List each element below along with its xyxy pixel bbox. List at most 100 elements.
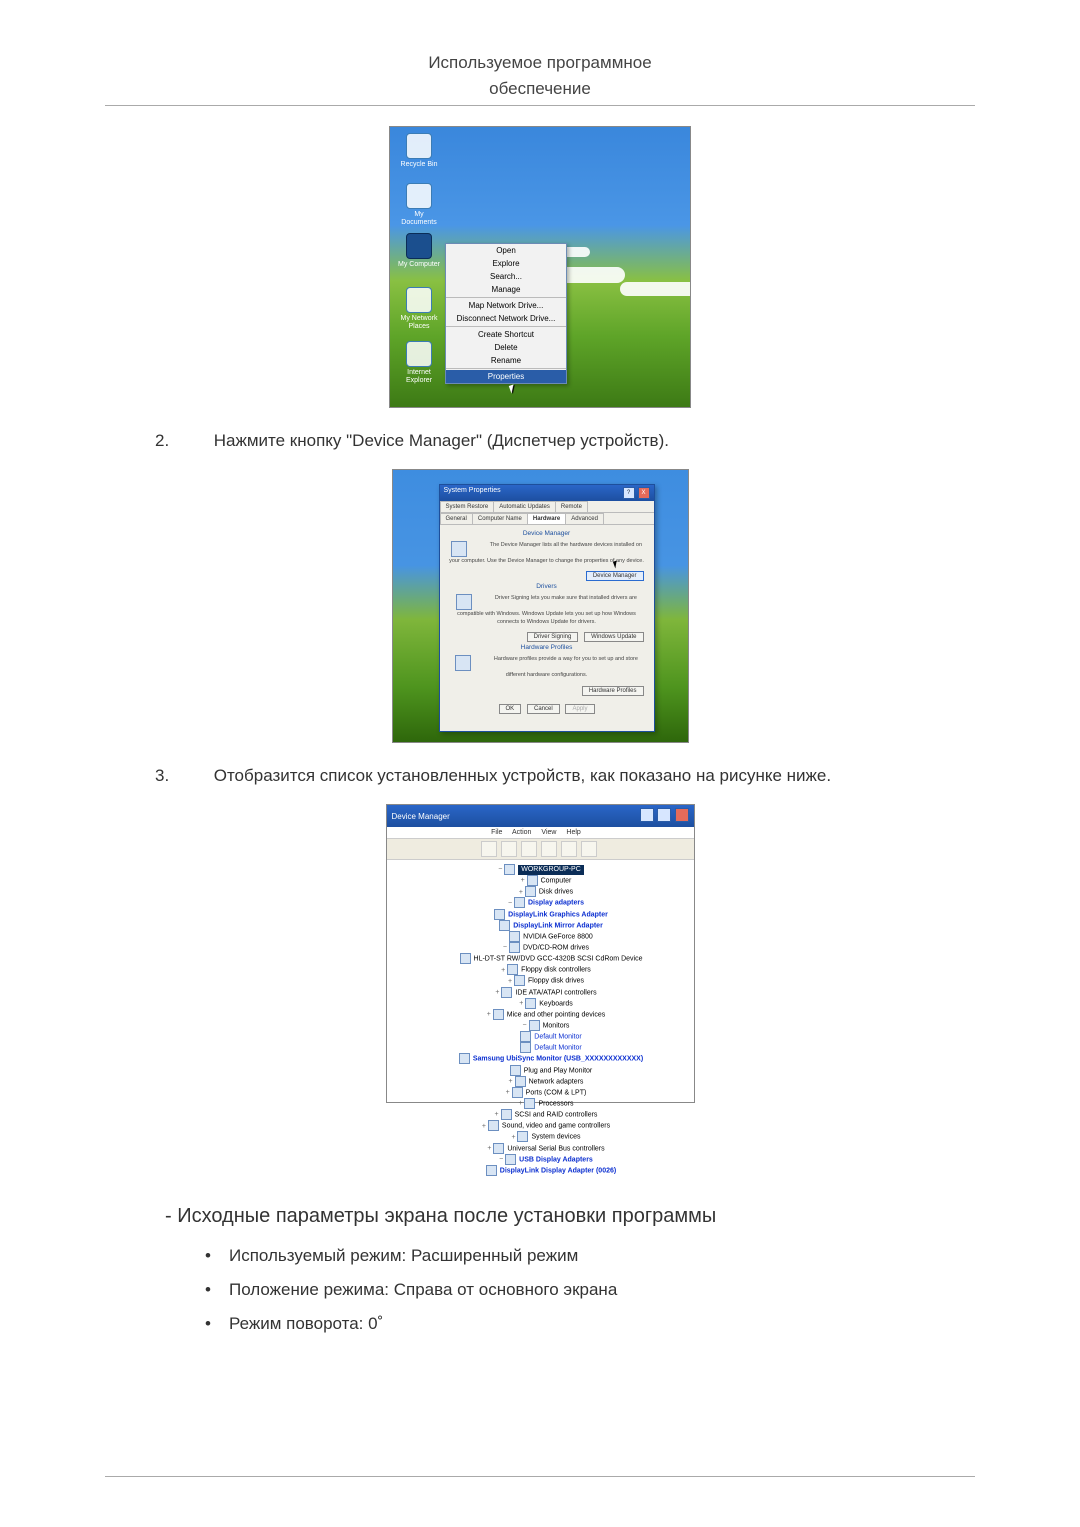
floppy-drive-icon xyxy=(514,975,525,986)
toolbar-properties-icon[interactable] xyxy=(521,841,537,857)
desktop-icon-label: Recycle Bin xyxy=(401,161,438,168)
ok-button[interactable]: OK xyxy=(499,704,522,714)
desktop-icon-label: Internet Explorer xyxy=(406,369,432,384)
menu-file[interactable]: File xyxy=(491,829,502,836)
tree-display-adapter-3[interactable]: NVIDIA GeForce 8800 xyxy=(523,933,593,940)
page-header: Используемое программное обеспечение xyxy=(105,50,975,101)
menu-item-delete[interactable]: Delete xyxy=(446,341,566,354)
toolbar-scan-icon[interactable] xyxy=(561,841,577,857)
tree-floppy-drives[interactable]: Floppy disk drives xyxy=(528,978,584,985)
toolbar-forward-icon[interactable] xyxy=(501,841,517,857)
tree-ports[interactable]: Ports (COM & LPT) xyxy=(526,1089,587,1096)
menu-action[interactable]: Action xyxy=(512,829,531,836)
figure-1-desktop: Recycle Bin My Documents My Computer My … xyxy=(389,126,691,408)
step-3-number: 3. xyxy=(185,766,209,786)
tree-keyboards[interactable]: Keyboards xyxy=(539,1000,572,1007)
tab-advanced[interactable]: Advanced xyxy=(565,513,604,524)
computer-icon xyxy=(504,864,515,875)
tree-computer[interactable]: Computer xyxy=(541,877,572,884)
menu-view[interactable]: View xyxy=(541,829,556,836)
desktop-icon-label: My Computer xyxy=(398,261,440,268)
tree-usb-display-adapter-1[interactable]: DisplayLink Display Adapter (0026) xyxy=(500,1167,616,1174)
header-line-1: Используемое программное xyxy=(428,53,651,72)
menu-item-map-drive[interactable]: Map Network Drive... xyxy=(446,299,566,312)
minimize-button[interactable] xyxy=(640,808,654,822)
tree-dvd-device[interactable]: HL-DT-ST RW/DVD GCC-4320B SCSI CdRom Dev… xyxy=(474,955,643,962)
maximize-button[interactable] xyxy=(657,808,671,822)
desktop-icon-my-computer[interactable]: My Computer xyxy=(398,233,440,269)
tree-root[interactable]: WORKGROUP-PC xyxy=(518,865,584,875)
step-2-text: Нажмите кнопку "Device Manager" (Диспетч… xyxy=(214,431,669,450)
ports-icon xyxy=(512,1087,523,1098)
tree-dvd[interactable]: DVD/CD-ROM drives xyxy=(523,944,589,951)
tree-monitor-3[interactable]: Samsung UbiSync Monitor (USB_XXXXXXXXXXX… xyxy=(473,1056,643,1063)
menu-item-rename[interactable]: Rename xyxy=(446,354,566,367)
apply-button[interactable]: Apply xyxy=(565,704,594,714)
menu-item-open[interactable]: Open xyxy=(446,244,566,257)
tree-mice[interactable]: Mice and other pointing devices xyxy=(507,1011,605,1018)
tree-disk-drives[interactable]: Disk drives xyxy=(539,889,573,896)
tree-sound[interactable]: Sound, video and game controllers xyxy=(502,1123,610,1130)
menu-separator xyxy=(446,326,566,327)
header-line-2: обеспечение xyxy=(489,79,591,98)
windows-update-button[interactable]: Windows Update xyxy=(584,632,643,642)
recycle-bin-icon xyxy=(406,133,432,159)
tree-monitor-1[interactable]: Default Monitor xyxy=(534,1033,581,1040)
menu-item-properties[interactable]: Properties xyxy=(446,370,566,383)
tree-usb-controllers[interactable]: Universal Serial Bus controllers xyxy=(507,1145,604,1152)
driver-signing-button[interactable]: Driver Signing xyxy=(527,632,579,642)
tree-monitors[interactable]: Monitors xyxy=(543,1022,570,1029)
tree-display-adapters[interactable]: Display adapters xyxy=(528,900,584,907)
dialog-bottom-buttons: OK Cancel Apply xyxy=(448,702,646,716)
tab-computer-name[interactable]: Computer Name xyxy=(472,513,528,524)
tree-network[interactable]: Network adapters xyxy=(529,1078,584,1085)
close-button[interactable]: X xyxy=(638,487,650,499)
header-rule xyxy=(105,105,975,106)
menu-item-create-shortcut[interactable]: Create Shortcut xyxy=(446,328,566,341)
toolbar-back-icon[interactable] xyxy=(481,841,497,857)
desktop-icon-recycle-bin[interactable]: Recycle Bin xyxy=(398,133,440,169)
toolbar-help-icon[interactable] xyxy=(581,841,597,857)
tree-scsi[interactable]: SCSI and RAID controllers xyxy=(515,1111,598,1118)
figure-2-wrap: System Properties ? X System Restore Aut… xyxy=(105,469,975,748)
tab-remote[interactable]: Remote xyxy=(555,501,588,512)
desktop-icon-network-places[interactable]: My Network Places xyxy=(398,287,440,330)
menu-help[interactable]: Help xyxy=(566,829,580,836)
tree-monitor-4[interactable]: Plug and Play Monitor xyxy=(524,1067,592,1074)
tab-row-1: System Restore Automatic Updates Remote xyxy=(440,501,654,513)
tree-usb-display-adapters[interactable]: USB Display Adapters xyxy=(519,1156,593,1163)
footer-rule xyxy=(105,1476,975,1477)
menu-item-search[interactable]: Search... xyxy=(446,270,566,283)
help-button[interactable]: ? xyxy=(623,487,635,499)
desktop-icon-label: My Documents xyxy=(401,211,436,226)
tab-system-restore[interactable]: System Restore xyxy=(440,501,495,512)
dvd-icon xyxy=(509,942,520,953)
tree-monitor-2[interactable]: Default Monitor xyxy=(534,1045,581,1052)
hardware-profiles-button[interactable]: Hardware Profiles xyxy=(582,686,644,696)
context-menu: Open Explore Search... Manage Map Networ… xyxy=(445,243,567,384)
menu-item-explore[interactable]: Explore xyxy=(446,257,566,270)
menu-item-disconnect-drive[interactable]: Disconnect Network Drive... xyxy=(446,312,566,325)
bullet-3: Режим поворота: 0˚ xyxy=(205,1314,975,1334)
tree-system-devices[interactable]: System devices xyxy=(531,1134,580,1141)
ie-icon xyxy=(406,341,432,367)
tree-display-adapter-2[interactable]: DisplayLink Mirror Adapter xyxy=(513,922,603,929)
tab-general[interactable]: General xyxy=(440,513,473,524)
desktop-icon-my-documents[interactable]: My Documents xyxy=(398,183,440,226)
cancel-button[interactable]: Cancel xyxy=(527,704,560,714)
monitor-icon xyxy=(529,1020,540,1031)
tree-ide[interactable]: IDE ATA/ATAPI controllers xyxy=(515,989,596,996)
tab-automatic-updates[interactable]: Automatic Updates xyxy=(493,501,556,512)
keyboard-icon xyxy=(525,998,536,1009)
tree-processors[interactable]: Processors xyxy=(538,1100,573,1107)
menu-item-manage[interactable]: Manage xyxy=(446,283,566,296)
tree-floppy-controllers[interactable]: Floppy disk controllers xyxy=(521,967,591,974)
device-manager-button[interactable]: Device Manager xyxy=(586,571,644,581)
tree-display-adapter-1[interactable]: DisplayLink Graphics Adapter xyxy=(508,911,608,918)
tab-hardware[interactable]: Hardware xyxy=(527,513,566,524)
close-button[interactable] xyxy=(675,808,689,822)
usb-controller-icon xyxy=(493,1143,504,1154)
toolbar-refresh-icon[interactable] xyxy=(541,841,557,857)
desktop-icon-ie[interactable]: Internet Explorer xyxy=(398,341,440,384)
scsi-icon xyxy=(501,1109,512,1120)
